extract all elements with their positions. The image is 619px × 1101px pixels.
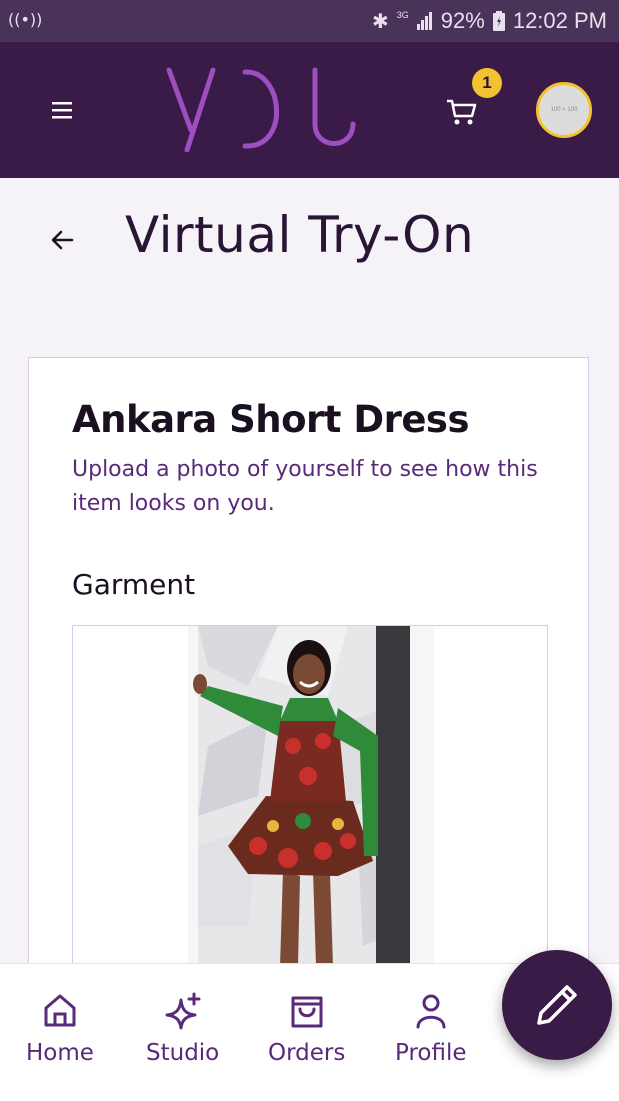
cart-icon[interactable]: [444, 96, 480, 128]
product-name: Ankara Short Dress: [72, 398, 469, 441]
avatar[interactable]: 100 × 100: [536, 82, 592, 138]
bluetooth-icon: ✱: [372, 10, 389, 33]
clock: 12:02 PM: [512, 8, 607, 33]
garment-image-frame: [72, 625, 548, 985]
upload-instructions: Upload a photo of yourself to see how th…: [72, 457, 538, 516]
nav-label-home: Home: [26, 1040, 94, 1066]
nav-label-orders: Orders: [268, 1040, 346, 1066]
cell-signal-icon: [416, 12, 432, 30]
nav-label-studio: Studio: [146, 1040, 220, 1066]
nav-item-studio[interactable]: Studio: [146, 992, 219, 1066]
shopping-bag-icon: [291, 996, 323, 1028]
profile-icon: [416, 994, 446, 1029]
status-bar: ((•)) ✱ 3G 92% 12:02 PM: [0, 0, 619, 42]
pencil-icon: [537, 985, 577, 1025]
nav-label-profile: Profile: [395, 1040, 467, 1066]
garment-section-label: Garment: [72, 568, 196, 601]
status-icons: ✱ 3G 92% 12:02 PM: [372, 8, 607, 34]
signal-broadcast-icon: ((•)): [8, 10, 43, 29]
nav-item-home[interactable]: Home: [26, 992, 94, 1066]
garment-photo: [188, 626, 434, 966]
battery-percent: 92%: [440, 8, 485, 33]
logo[interactable]: [165, 66, 360, 153]
sparkle-icon: [165, 992, 201, 1030]
edit-fab-button[interactable]: [502, 950, 612, 1060]
network-type: 3G: [396, 10, 409, 20]
nav-item-profile[interactable]: Profile: [395, 992, 467, 1066]
product-card: Ankara Short Dress Upload a photo of you…: [28, 357, 589, 985]
battery-icon: [492, 11, 505, 31]
cart-count-badge: 1: [472, 68, 502, 98]
app-header: 1 100 × 100: [0, 42, 619, 178]
menu-icon[interactable]: [48, 98, 76, 122]
back-arrow-icon[interactable]: [48, 226, 76, 254]
home-icon: [44, 994, 76, 1027]
page-title: Virtual Try-On: [125, 206, 475, 264]
nav-item-orders[interactable]: Orders: [268, 992, 345, 1066]
